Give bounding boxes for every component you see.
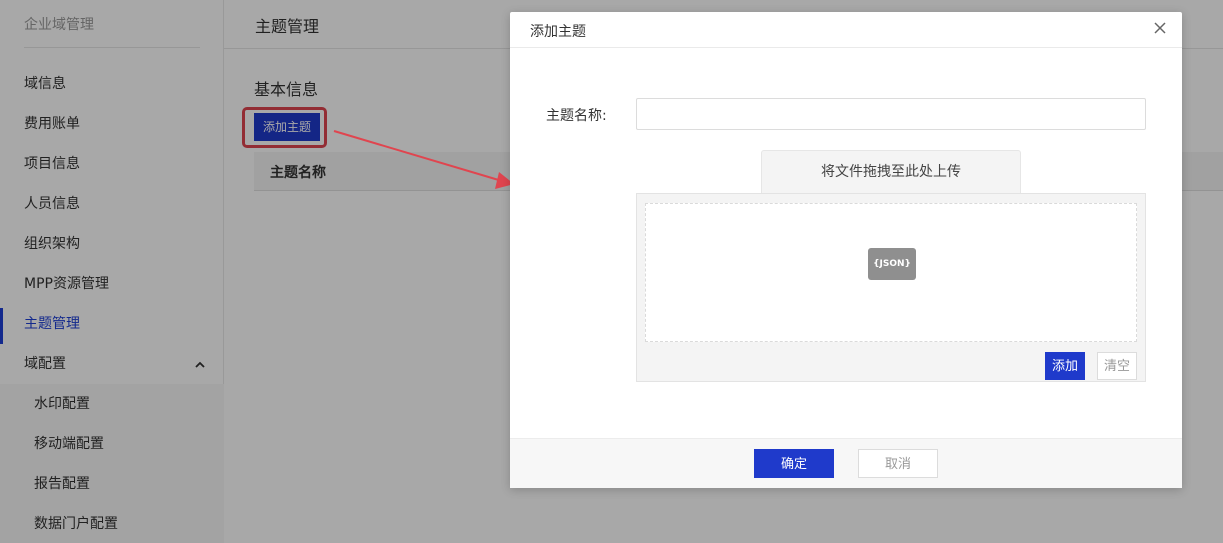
modal-title: 添加主题 (530, 24, 586, 40)
theme-name-label: 主题名称: (546, 108, 607, 124)
file-drop-zone[interactable]: {JSON} (645, 203, 1137, 342)
modal-header: 添加主题 (510, 12, 1182, 48)
json-file-icon: {JSON} (868, 248, 916, 280)
add-theme-modal: 添加主题 主题名称: 将文件拖拽至此处上传 {JSON} 添加 清空 确定 取消 (510, 12, 1182, 488)
modal-footer: 确定 取消 (510, 438, 1182, 488)
upload-tab[interactable]: 将文件拖拽至此处上传 (761, 150, 1021, 193)
theme-name-input[interactable] (636, 98, 1146, 130)
confirm-button[interactable]: 确定 (754, 449, 834, 478)
add-file-button[interactable]: 添加 (1045, 352, 1085, 380)
clear-button[interactable]: 清空 (1097, 352, 1137, 380)
upload-area: {JSON} 添加 清空 (636, 193, 1146, 382)
cancel-button[interactable]: 取消 (858, 449, 938, 478)
close-icon[interactable] (1152, 20, 1168, 36)
